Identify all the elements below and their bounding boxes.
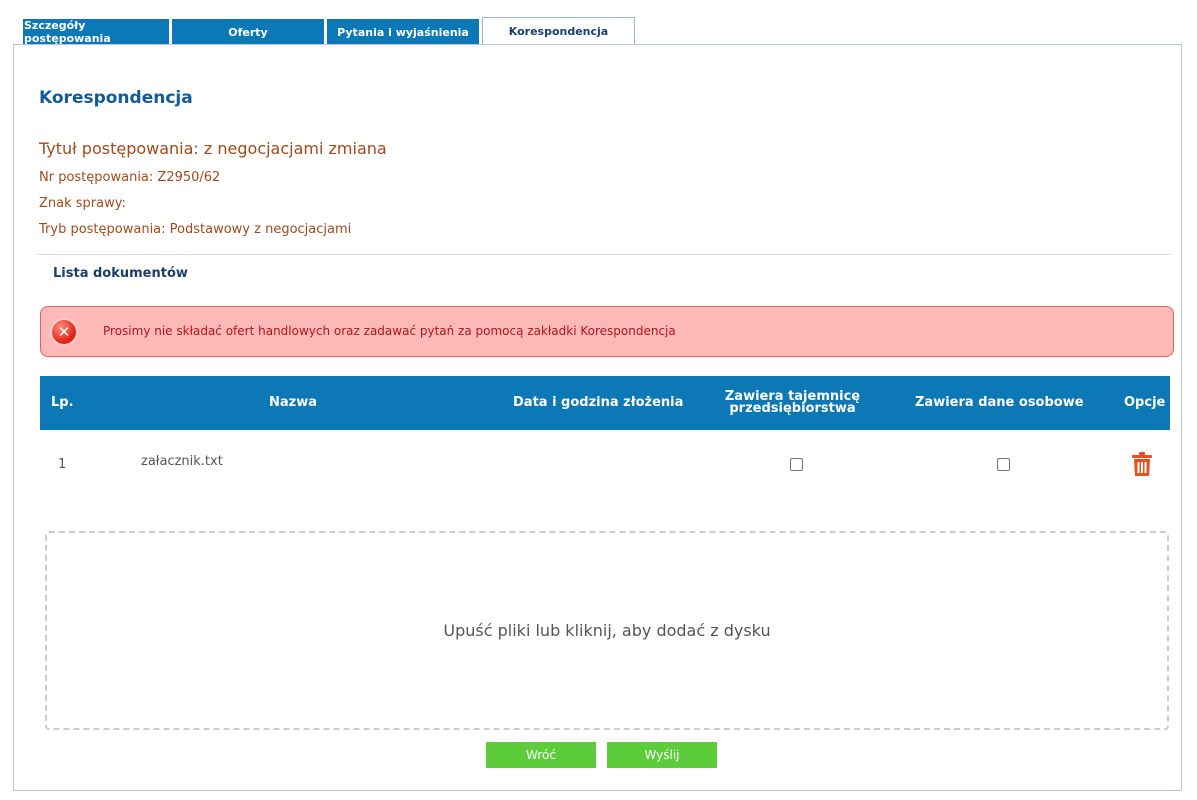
tab-questions[interactable]: Pytania i wyjaśnienia (327, 19, 479, 45)
documents-list-label: Lista dokumentów (53, 266, 188, 281)
proceeding-title: Tytuł postępowania: z negocjacjami zmian… (39, 139, 387, 158)
trash-icon[interactable] (1131, 451, 1153, 481)
tab-correspondence[interactable]: Korespondencja (482, 17, 635, 45)
divider (37, 254, 1171, 255)
header-personal-data: Zawiera dane osobowe (915, 395, 1084, 410)
row-filename: załacznik.txt (141, 454, 223, 469)
personal-data-checkbox[interactable] (997, 458, 1010, 471)
proceeding-mode: Tryb postępowania: Podstawowy z negocjac… (39, 222, 352, 237)
page-title: Korespondencja (39, 88, 193, 108)
header-date: Data i godzina złożenia (513, 395, 684, 410)
header-name: Nazwa (269, 395, 318, 410)
file-dropzone[interactable]: Upuść pliki lub kliknij, aby dodać z dys… (45, 531, 1169, 730)
tab-offers[interactable]: Oferty (172, 19, 324, 45)
header-options: Opcje (1124, 395, 1166, 410)
case-mark: Znak sprawy: (39, 196, 126, 211)
tab-proceeding-details[interactable]: Szczegóły postępowania (23, 19, 169, 45)
header-trade-secret-line2: przedsiębiorstwa (729, 401, 856, 416)
back-button[interactable]: Wróć (486, 742, 596, 768)
proceeding-number: Nr postępowania: Z2950/62 (39, 170, 221, 185)
error-x-icon: ✕ (50, 318, 78, 346)
trade-secret-checkbox[interactable] (790, 458, 803, 471)
header-lp: Lp. (51, 395, 74, 410)
row-lp: 1 (58, 457, 67, 472)
alert-message: Prosimy nie składać ofert handlowych ora… (103, 324, 676, 338)
error-alert: ✕ Prosimy nie składać ofert handlowych o… (40, 306, 1174, 357)
send-button[interactable]: Wyślij (607, 742, 717, 768)
dropzone-text: Upuść pliki lub kliknij, aby dodać z dys… (443, 621, 771, 640)
header-trade-secret: Zawiera tajemnicę przedsiębiorstwa (700, 376, 885, 430)
table-header: Lp. Nazwa Data i godzina złożenia Zawier… (40, 376, 1170, 430)
tab-bar: Szczegóły postępowania Oferty Pytania i … (23, 17, 635, 45)
